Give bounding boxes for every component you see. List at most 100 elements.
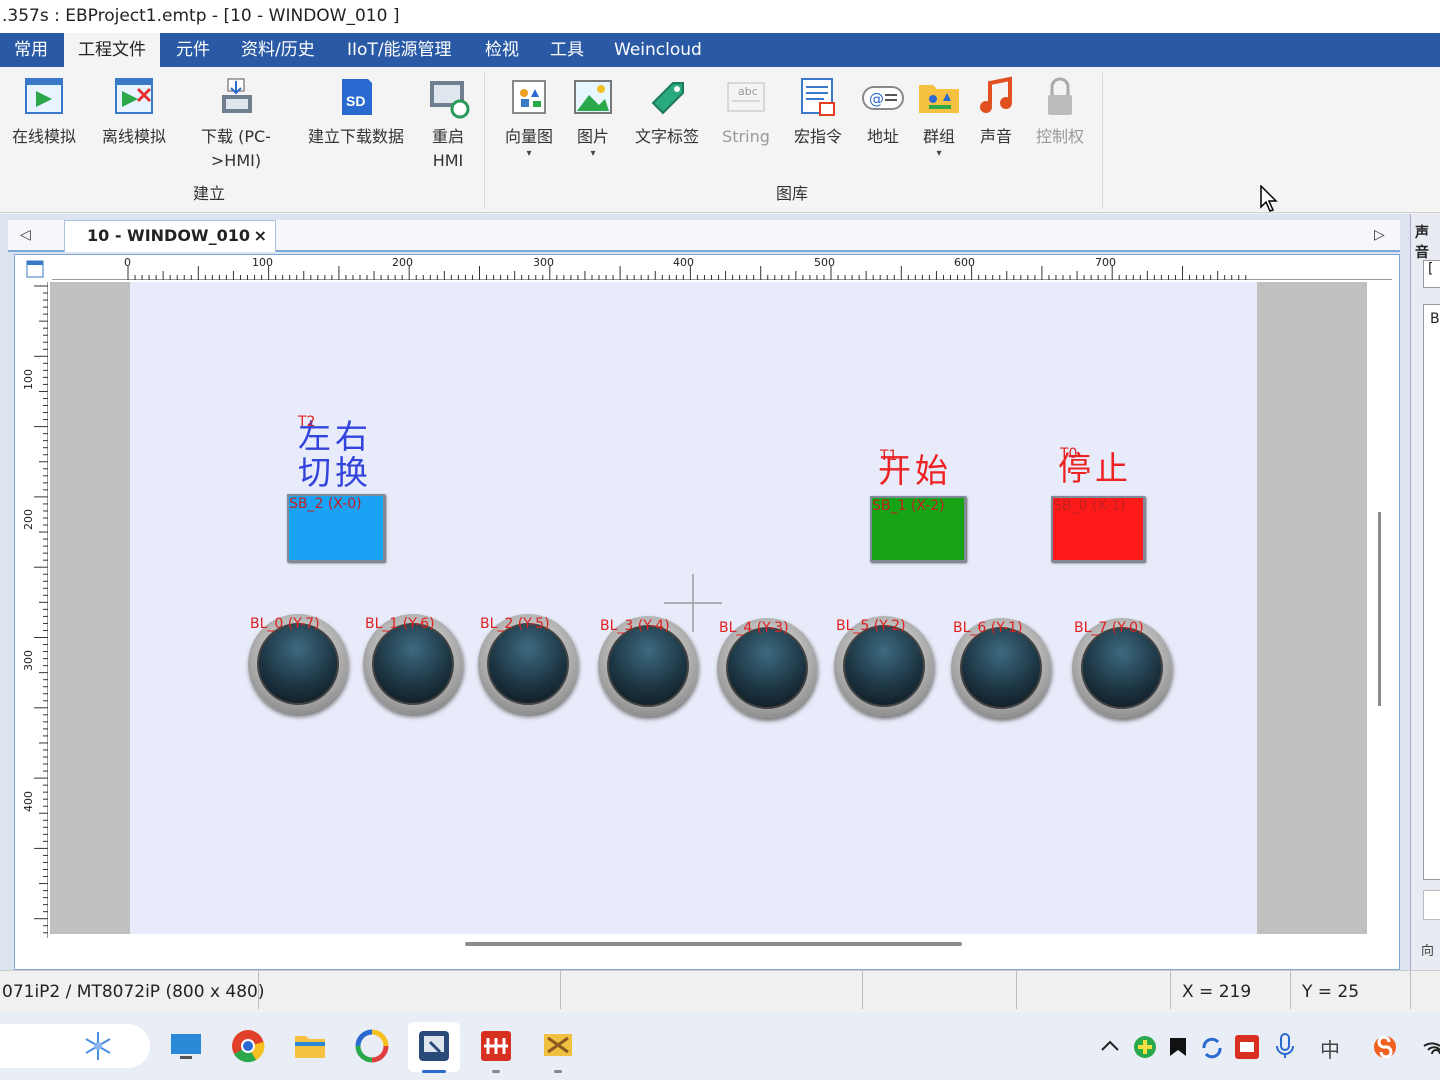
tab-window-010[interactable]: 10 - WINDOW_010 × xyxy=(64,220,276,252)
lamp-tag: BL_2 (Y-5) xyxy=(480,616,550,632)
status-divider xyxy=(1410,971,1411,1009)
tab-iiot[interactable]: IIoT/能源管理 xyxy=(347,33,452,67)
address-button[interactable]: @ 地址 xyxy=(860,75,906,149)
right-panel-field[interactable]: [ xyxy=(1423,260,1440,288)
build-group-label: 建立 xyxy=(193,184,226,203)
button-tag: SB_1 (X-2) xyxy=(872,498,945,514)
group-dropdown[interactable]: ▾ xyxy=(916,149,962,159)
green-plus-icon[interactable] xyxy=(1132,1034,1158,1060)
stop-button-sb0[interactable]: SB_0 (X-1) xyxy=(1051,496,1145,562)
indicator-lamp[interactable]: BL_1 (Y-6) xyxy=(363,614,463,714)
right-panel-button[interactable] xyxy=(1423,890,1440,920)
chevron-up-icon[interactable] xyxy=(1100,1038,1120,1054)
tab-data-history[interactable]: 资料/历史 xyxy=(241,33,315,67)
lamp-tag: BL_5 (Y-2) xyxy=(836,618,906,634)
address-icon-text: @ xyxy=(869,90,884,108)
design-workspace[interactable]: 左右 切换 T2 开始 T1 停止 T0 SB_2 (X-0) SB_1 (X-… xyxy=(50,282,1367,934)
indicator-lamp[interactable]: BL_5 (Y-2) xyxy=(834,616,934,716)
sd-card-icon-text: SD xyxy=(346,93,365,109)
status-divider xyxy=(862,971,863,1009)
online-simulation-button[interactable]: 在线模拟 xyxy=(8,75,80,149)
ribbon-separator xyxy=(484,73,485,209)
tab-tools[interactable]: 工具 xyxy=(550,33,584,67)
status-divider xyxy=(1170,971,1171,1009)
switch-button-sb2[interactable]: SB_2 (X-0) xyxy=(287,494,385,562)
indicator-lamp[interactable]: BL_3 (Y-4) xyxy=(598,616,698,716)
status-divider xyxy=(1016,971,1017,1009)
tab-objects[interactable]: 元件 xyxy=(176,33,210,67)
vertical-scrollbar[interactable] xyxy=(1378,512,1381,706)
lamp-tag: BL_6 (Y-1) xyxy=(953,620,1023,636)
tools-icon[interactable] xyxy=(540,1028,576,1064)
snowflake-widget-icon[interactable] xyxy=(80,1028,116,1064)
taskbar: 中 xyxy=(0,1012,1440,1080)
horizontal-scrollbar[interactable] xyxy=(465,942,962,946)
indicator-lamp[interactable]: BL_0 (Y-7) xyxy=(248,614,348,714)
text-tag-button[interactable]: 文字标签 xyxy=(630,75,704,149)
running-indicator xyxy=(554,1070,562,1073)
menu-bar: 常用 工程文件 元件 资料/历史 IIoT/能源管理 检视 工具 Weinclo… xyxy=(0,33,1440,67)
red-app-icon[interactable] xyxy=(478,1028,514,1064)
ruler-corner-icon[interactable] xyxy=(26,260,44,278)
indicator-lamp[interactable]: BL_4 (Y-3) xyxy=(717,618,817,718)
download-button[interactable]: 下载 (PC- >HMI) xyxy=(196,75,276,173)
sogou-icon[interactable] xyxy=(1372,1034,1398,1060)
tab-weincloud[interactable]: Weincloud xyxy=(614,33,702,67)
text-tag-icon xyxy=(645,75,689,119)
mic-icon[interactable] xyxy=(1274,1032,1296,1060)
offline-simulation-button[interactable]: 离线模拟 xyxy=(98,75,170,149)
text-object-id: T0 xyxy=(1060,446,1078,462)
red-app-tray-icon[interactable] xyxy=(1234,1034,1260,1060)
easybuilder-icon[interactable] xyxy=(416,1028,452,1064)
build-download-data-button[interactable]: SD 建立下载数据 xyxy=(302,75,410,149)
indicator-lamp[interactable]: BL_7 (Y-0) xyxy=(1072,618,1172,718)
wifi-icon[interactable] xyxy=(1422,1036,1440,1058)
lock-icon xyxy=(1038,75,1082,119)
indicator-lamp[interactable]: BL_2 (Y-5) xyxy=(478,614,578,714)
close-tab-icon[interactable]: × xyxy=(254,221,267,251)
ruler-label: 100 xyxy=(22,369,35,390)
string-button[interactable]: abc String xyxy=(718,75,774,149)
group-button[interactable]: 群组 ▾ xyxy=(916,75,962,159)
ime-icon[interactable]: 中 xyxy=(1320,1034,1340,1063)
ruler-label: 400 xyxy=(673,256,694,269)
picture-icon xyxy=(571,75,615,119)
picture-button[interactable]: 图片 ▾ xyxy=(570,75,616,159)
pinwheel-icon[interactable] xyxy=(354,1028,390,1064)
sd-card-icon: SD xyxy=(334,75,378,119)
tab-scroll-left-button[interactable]: ◁ xyxy=(20,227,31,243)
download-icon xyxy=(214,75,258,119)
shield-icon[interactable] xyxy=(1166,1034,1190,1060)
sync-icon[interactable] xyxy=(1198,1034,1226,1060)
taskbar-search-widget[interactable] xyxy=(0,1024,150,1068)
sound-button[interactable]: 声音 xyxy=(974,75,1018,149)
restart-hmi-button[interactable]: 重启 HMI xyxy=(424,75,472,173)
tab-view[interactable]: 检视 xyxy=(485,33,519,67)
switch-label-line2[interactable]: 切换 xyxy=(298,446,372,494)
picture-dropdown[interactable]: ▾ xyxy=(570,149,616,159)
right-panel-list[interactable]: B xyxy=(1423,304,1440,880)
tab-project-file[interactable]: 工程文件 xyxy=(64,33,160,67)
file-explorer-icon[interactable] xyxy=(292,1028,328,1064)
desktop-icon[interactable] xyxy=(168,1028,204,1064)
right-side-panel: 声音 [ B 向 xyxy=(1410,214,1440,970)
text-object-id: T2 xyxy=(298,414,316,430)
ruler-label: 400 xyxy=(22,791,35,812)
right-panel-footer: 向 xyxy=(1421,944,1435,959)
group-icon xyxy=(917,75,961,119)
tab-common[interactable]: 常用 xyxy=(14,33,48,67)
start-button-sb1[interactable]: SB_1 (X-2) xyxy=(870,496,966,562)
vector-image-dropdown[interactable]: ▾ xyxy=(500,149,558,159)
vector-image-button[interactable]: 向量图 ▾ xyxy=(500,75,558,159)
indicator-lamp[interactable]: BL_6 (Y-1) xyxy=(951,618,1051,718)
ribbon-separator xyxy=(1102,73,1103,209)
lamp-tag: BL_1 (Y-6) xyxy=(365,616,435,632)
vertical-ruler: 100 200 300 400 xyxy=(22,282,48,938)
lamp-tag: BL_0 (Y-7) xyxy=(250,616,320,632)
control-right-button[interactable]: 控制权 xyxy=(1032,75,1088,149)
hmi-window-canvas[interactable]: 左右 切换 T2 开始 T1 停止 T0 SB_2 (X-0) SB_1 (X-… xyxy=(130,282,1257,934)
horizontal-ruler: 0 100 200 300 400 500 600 700 xyxy=(52,256,1392,280)
chrome-icon[interactable] xyxy=(230,1028,266,1064)
macro-button[interactable]: 宏指令 xyxy=(790,75,846,149)
tab-scroll-right-button[interactable]: ▷ xyxy=(1374,227,1385,243)
